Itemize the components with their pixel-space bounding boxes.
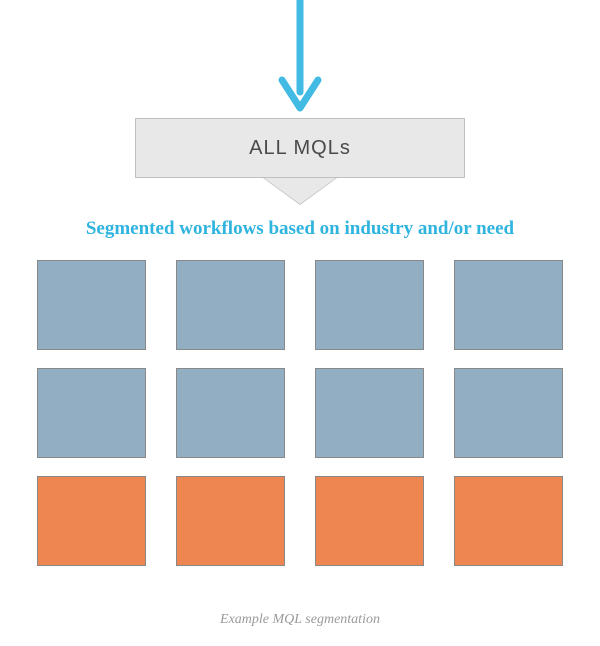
segment-cell xyxy=(176,260,285,350)
segment-cell xyxy=(315,476,424,566)
box-pointer xyxy=(264,178,336,204)
all-mqls-box: ALL MQLs xyxy=(135,118,465,178)
segment-cell xyxy=(315,368,424,458)
figure-caption: Example MQL segmentation xyxy=(0,612,600,628)
all-mqls-label: ALL MQLs xyxy=(249,137,351,160)
segment-cell xyxy=(454,260,563,350)
segment-grid xyxy=(37,260,563,566)
segment-cell xyxy=(176,476,285,566)
segment-cell xyxy=(37,368,146,458)
segment-cell xyxy=(176,368,285,458)
segment-cell xyxy=(454,476,563,566)
segment-cell xyxy=(315,260,424,350)
segment-cell xyxy=(37,476,146,566)
segment-cell xyxy=(37,260,146,350)
segmentation-subtitle: Segmented workflows based on industry an… xyxy=(0,218,600,240)
flow-arrow-down xyxy=(270,0,330,120)
segment-cell xyxy=(454,368,563,458)
